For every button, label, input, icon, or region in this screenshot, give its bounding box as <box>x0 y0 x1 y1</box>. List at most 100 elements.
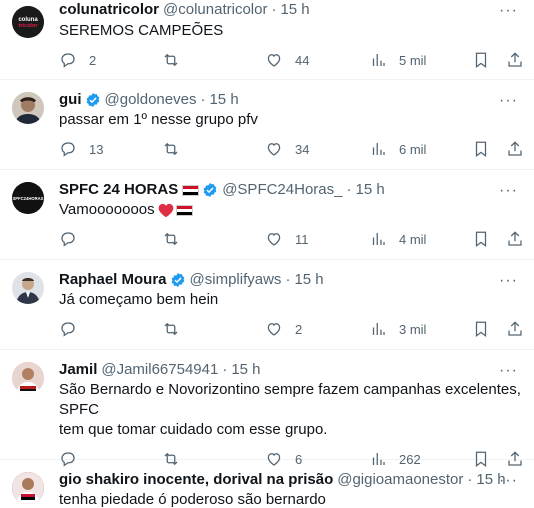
verified-badge-icon <box>86 93 99 107</box>
tweet-text: São Bernardo e Novorizontino sempre faze… <box>59 380 522 440</box>
timestamp[interactable]: 15 h <box>355 180 384 200</box>
separator-dot: · <box>271 1 277 18</box>
author-name[interactable]: gui <box>59 90 82 110</box>
tweet[interactable]: SPFC24HORAS SPFC 24 HORAS @SPFC24Horas_ … <box>0 170 534 260</box>
author-handle[interactable]: @goldoneves <box>105 90 197 110</box>
views-button[interactable]: 4 mil <box>369 230 426 248</box>
avatar[interactable] <box>12 362 44 394</box>
analytics-icon <box>372 54 385 66</box>
heart-icon <box>267 54 281 67</box>
separator-dot: · <box>467 471 473 488</box>
tweet[interactable]: Raphael Moura @simplifyaws · 15 h ··· Já… <box>0 260 534 350</box>
tweet-text: SEREMOS CAMPEÕES <box>59 22 224 39</box>
avatar[interactable] <box>12 92 44 124</box>
bookmark-icon <box>475 321 487 338</box>
heart-icon <box>267 233 281 246</box>
retweet-button[interactable] <box>162 230 180 248</box>
author-name[interactable]: SPFC 24 HORAS <box>59 180 178 200</box>
avatar-logo-icon: SPFC24HORAS <box>12 182 44 214</box>
views-button[interactable]: 5 mil <box>369 51 426 69</box>
avatar[interactable]: coluna tricolor <box>12 6 44 38</box>
analytics-icon <box>372 233 385 245</box>
tweet[interactable]: gui @goldoneves · 15 h ··· passar em 1º … <box>0 80 534 170</box>
reply-icon <box>61 53 75 68</box>
avatar[interactable] <box>12 272 44 304</box>
heart-icon <box>267 143 281 156</box>
avatar-logo-icon: coluna tricolor <box>12 6 44 38</box>
like-button[interactable]: 34 <box>265 140 309 158</box>
author-handle[interactable]: @Jamil66754941 <box>101 360 218 380</box>
reply-button[interactable] <box>59 320 77 338</box>
separator-dot: · <box>346 181 352 198</box>
more-options-icon[interactable]: ··· <box>499 362 518 380</box>
author-name[interactable]: Jamil <box>59 360 97 380</box>
timestamp[interactable]: 15 h <box>209 90 238 110</box>
views-button[interactable]: 3 mil <box>369 320 426 338</box>
bookmark-icon <box>475 141 487 158</box>
reply-button[interactable]: 2 <box>59 51 96 69</box>
tweet[interactable]: Jamil @Jamil66754941 · 15 h ··· São Bern… <box>0 350 534 468</box>
retweet-button[interactable] <box>162 320 180 338</box>
like-button[interactable]: 44 <box>265 51 309 69</box>
svg-text:tricolor: tricolor <box>19 23 39 29</box>
like-button[interactable]: 2 <box>265 320 302 338</box>
retweet-button[interactable] <box>162 140 180 158</box>
tweet-text: Vamooooooos <box>59 200 522 220</box>
separator-dot: · <box>285 271 291 288</box>
more-options-icon[interactable]: ··· <box>499 472 518 490</box>
separator-dot: · <box>222 361 228 378</box>
avatar-photo-icon <box>12 92 44 124</box>
reply-button[interactable]: 13 <box>59 140 103 158</box>
more-options-icon[interactable]: ··· <box>499 92 518 110</box>
author-name[interactable]: Raphael Moura <box>59 270 167 290</box>
timestamp[interactable]: 15 h <box>280 0 309 20</box>
retweet-button[interactable] <box>162 51 180 69</box>
bookmark-button[interactable] <box>472 320 490 338</box>
bookmark-button[interactable] <box>472 230 490 248</box>
bookmark-icon <box>475 231 487 248</box>
timestamp[interactable]: 15 h <box>231 360 260 380</box>
bookmark-icon <box>475 52 487 69</box>
share-button[interactable] <box>506 320 524 338</box>
tweet-text-line: tem que tomar cuidado com esse grupo. <box>59 421 328 438</box>
author-name[interactable]: colunatricolor <box>59 0 159 20</box>
retweet-icon <box>164 232 178 246</box>
avatar-photo-icon <box>12 472 44 504</box>
avatar-photo-icon <box>12 272 44 304</box>
more-options-icon[interactable]: ··· <box>499 272 518 290</box>
author-handle[interactable]: @gigioamaonestor <box>337 470 463 490</box>
heart-icon <box>267 323 281 336</box>
views-button[interactable]: 6 mil <box>369 140 426 158</box>
share-button[interactable] <box>506 230 524 248</box>
bookmark-button[interactable] <box>472 51 490 69</box>
reply-button[interactable] <box>59 230 77 248</box>
tweet-actions: 2 44 5 mil <box>59 51 522 71</box>
reply-icon <box>61 232 75 247</box>
tweet-text: tenha piedade ó poderoso são bernardo <box>59 491 326 508</box>
avatar-photo-icon <box>12 362 44 394</box>
retweet-icon <box>164 53 178 67</box>
like-button[interactable]: 11 <box>265 230 309 248</box>
share-button[interactable] <box>506 140 524 158</box>
tweet-actions: 2 3 mil <box>59 320 522 340</box>
bookmark-button[interactable] <box>472 140 490 158</box>
avatar[interactable] <box>12 472 44 504</box>
tweet-text: Já começamo bem hein <box>59 291 219 308</box>
reply-icon <box>61 142 75 157</box>
more-options-icon[interactable]: ··· <box>499 2 518 20</box>
timestamp[interactable]: 15 h <box>294 270 323 290</box>
author-handle[interactable]: @simplifyaws <box>190 270 282 290</box>
verified-badge-icon <box>203 183 217 197</box>
retweet-icon <box>164 322 178 336</box>
more-options-icon[interactable]: ··· <box>499 182 518 200</box>
separator-dot: · <box>200 91 206 108</box>
author-handle[interactable]: @colunatricolor <box>163 0 267 20</box>
avatar[interactable]: SPFC24HORAS <box>12 182 44 214</box>
analytics-icon <box>372 143 385 155</box>
tweet[interactable]: gio shakiro inocente, dorival na prisão … <box>0 460 534 508</box>
tweet[interactable]: coluna tricolor colunatricolor @colunatr… <box>0 0 534 80</box>
author-name[interactable]: gio shakiro inocente, dorival na prisão <box>59 470 333 490</box>
share-button[interactable] <box>506 51 524 69</box>
author-handle[interactable]: @SPFC24Horas_ <box>222 180 342 200</box>
tweet-actions: 11 4 mil <box>59 230 522 250</box>
